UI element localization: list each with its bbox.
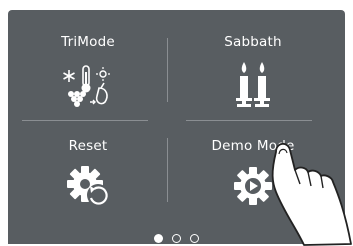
divider-vertical-bottom xyxy=(167,138,168,202)
divider-horizontal-left xyxy=(22,120,148,121)
pointing-hand-icon xyxy=(271,142,352,246)
candles-icon xyxy=(236,62,270,107)
page-dot-3[interactable] xyxy=(190,234,200,243)
tile-reset-label: Reset xyxy=(68,138,108,154)
divider-vertical-top xyxy=(167,38,168,102)
tile-sabbath-label: Sabbath xyxy=(224,34,282,50)
tile-sabbath[interactable]: Sabbath xyxy=(178,20,328,120)
page-dot-1[interactable] xyxy=(153,234,163,243)
tile-reset[interactable]: Reset xyxy=(13,134,163,234)
page-dot-2[interactable] xyxy=(172,234,181,243)
gear-reset-icon xyxy=(67,166,109,206)
trimode-icon xyxy=(63,65,110,107)
tile-trimode[interactable]: TriMode xyxy=(13,20,163,120)
tile-trimode-label: TriMode xyxy=(61,34,115,50)
divider-horizontal-right xyxy=(186,120,312,121)
